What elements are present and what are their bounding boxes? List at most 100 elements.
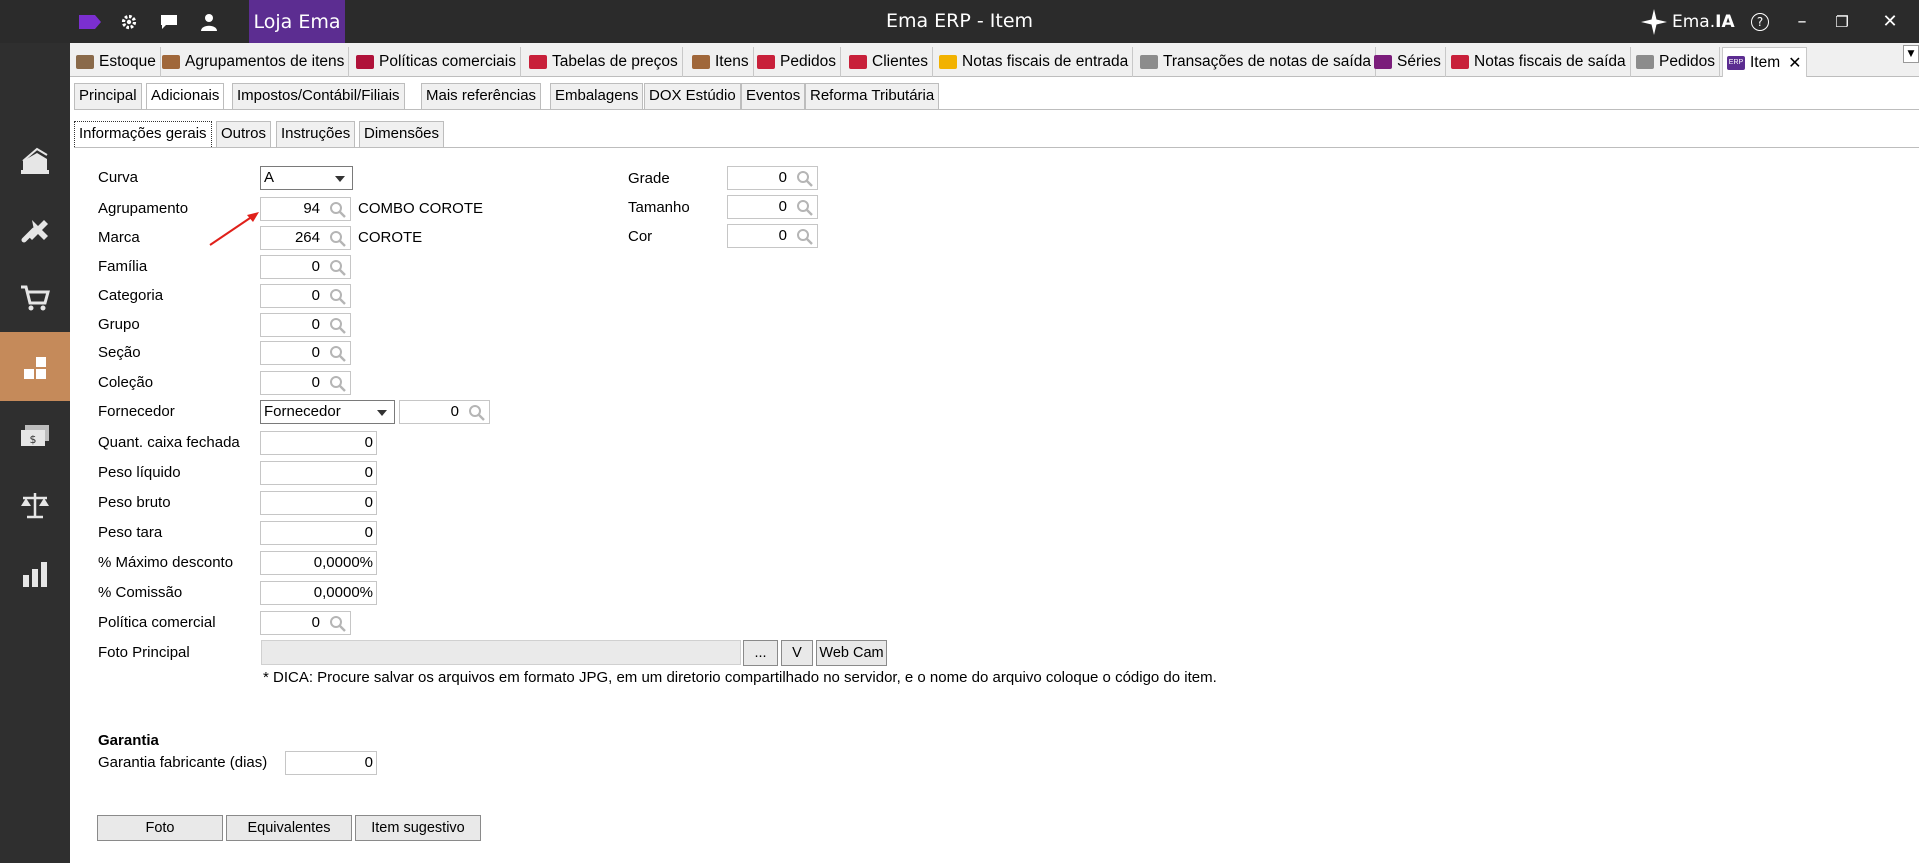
doctab-estoque[interactable]: Estoque [72, 47, 161, 77]
subtab-informacoes-gerais[interactable]: Informações gerais [74, 121, 212, 147]
folder-icon [1374, 55, 1392, 69]
subtab-outros[interactable]: Outros [216, 121, 272, 147]
search-icon[interactable] [329, 230, 347, 248]
categoria-field[interactable]: 0 [260, 284, 351, 308]
search-icon[interactable] [329, 615, 347, 633]
doctab-series[interactable]: Séries [1370, 47, 1446, 77]
marca-field[interactable]: 264 [260, 226, 351, 250]
max-desconto-field[interactable]: 0,0000% [260, 551, 377, 575]
stock-icon [76, 55, 94, 69]
search-icon[interactable] [796, 170, 814, 188]
cor-value: 0 [778, 227, 787, 244]
price-table-icon [529, 55, 547, 69]
sidebar-item-finance[interactable]: $ [0, 401, 70, 470]
doctab-pedidos-2[interactable]: Pedidos [1632, 47, 1721, 77]
tamanho-field[interactable]: 0 [727, 195, 818, 219]
tab-eventos[interactable]: Eventos [741, 83, 806, 109]
search-icon[interactable] [329, 375, 347, 393]
tab-mais-referencias[interactable]: Mais referências [421, 83, 542, 109]
doctab-transacoes[interactable]: Transações de notas de saída [1136, 47, 1376, 77]
user-icon[interactable] [198, 11, 220, 33]
subtab-instrucoes[interactable]: Instruções [276, 121, 356, 147]
doctab-agrupamentos[interactable]: Agrupamentos de itens [158, 47, 350, 77]
photo-path-field[interactable] [261, 640, 741, 665]
chat-icon[interactable] [158, 11, 180, 33]
foto-button[interactable]: Foto [97, 815, 223, 841]
politica-value: 0 [311, 614, 320, 631]
equivalentes-button[interactable]: Equivalentes [226, 815, 352, 841]
tabs-dropdown-button[interactable]: ▼ [1903, 45, 1919, 63]
item-sugestivo-button[interactable]: Item sugestivo [355, 815, 481, 841]
subtab-dimensoes[interactable]: Dimensões [359, 121, 445, 147]
gear-icon[interactable] [118, 11, 140, 33]
doctab-item[interactable]: ERP Item ✕ [1722, 47, 1807, 77]
search-icon[interactable] [329, 259, 347, 277]
peso-tara-field[interactable]: 0 [260, 521, 377, 545]
colecao-label: Coleção [98, 374, 154, 391]
tab-embalagens[interactable]: Embalagens [550, 83, 644, 109]
cor-field[interactable]: 0 [727, 224, 818, 248]
ema-ia-button[interactable]: Ema.IA [1640, 8, 1735, 36]
tab-impostos[interactable]: Impostos/Contábil/Filiais [232, 83, 405, 109]
transactions-icon [1140, 55, 1158, 69]
peso-liquido-field[interactable]: 0 [260, 461, 377, 485]
doctab-label: Pedidos [780, 53, 837, 70]
curva-select[interactable]: A [260, 166, 353, 190]
sidebar-item-stock[interactable] [0, 125, 70, 194]
close-window-button[interactable]: ✕ [1870, 0, 1910, 43]
grade-field[interactable]: 0 [727, 166, 818, 190]
doctab-nf-entrada[interactable]: Notas fiscais de entrada [935, 47, 1134, 77]
fornecedor-select[interactable]: Fornecedor [260, 400, 395, 424]
search-icon[interactable] [329, 345, 347, 363]
search-icon[interactable] [329, 317, 347, 335]
browse-photo-button[interactable]: ... [743, 640, 778, 666]
tab-adicionais[interactable]: Adicionais [146, 83, 225, 109]
tag-logo-icon[interactable] [75, 11, 105, 33]
help-button[interactable]: ? [1740, 0, 1780, 43]
minimize-button[interactable]: – [1782, 0, 1822, 43]
doctab-clientes[interactable]: Clientes [845, 47, 933, 77]
agrupamento-field[interactable]: 94 [260, 197, 351, 221]
search-icon[interactable] [329, 201, 347, 219]
search-icon[interactable] [796, 228, 814, 246]
doctab-politicas[interactable]: Políticas comerciais [352, 47, 521, 77]
sidebar-item-cart[interactable] [0, 263, 70, 332]
restore-button[interactable]: ❐ [1822, 0, 1862, 43]
secao-value: 0 [311, 344, 320, 361]
secao-field[interactable]: 0 [260, 341, 351, 365]
foto-principal-label: Foto Principal [98, 644, 190, 661]
sidebar-item-items[interactable] [0, 332, 70, 401]
agrupamento-value: 94 [303, 200, 320, 217]
tab-dox-estudio[interactable]: DOX Estúdio [644, 83, 741, 109]
doctab-tabelas[interactable]: Tabelas de preços [525, 47, 683, 77]
peso-bruto-field[interactable]: 0 [260, 491, 377, 515]
close-tab-icon[interactable]: ✕ [1788, 53, 1801, 73]
view-photo-button[interactable]: V [781, 640, 813, 666]
comissao-field[interactable]: 0,0000% [260, 581, 377, 605]
familia-label: Família [98, 258, 148, 275]
company-selector[interactable]: Loja Ema [249, 0, 345, 43]
politica-field[interactable]: 0 [260, 611, 351, 635]
colecao-field[interactable]: 0 [260, 371, 351, 395]
doctab-nf-saida[interactable]: Notas fiscais de saída [1447, 47, 1631, 77]
webcam-button[interactable]: Web Cam [816, 640, 887, 666]
doctab-pedidos[interactable]: Pedidos [753, 47, 842, 77]
doctab-itens[interactable]: Itens [688, 47, 754, 77]
folder-icon [162, 55, 180, 69]
sidebar-item-reports[interactable] [0, 539, 70, 608]
search-icon[interactable] [796, 199, 814, 217]
politica-label: Política comercial [98, 614, 216, 631]
quant-caixa-field[interactable]: 0 [260, 431, 377, 455]
tab-reforma-tributaria[interactable]: Reforma Tributária [805, 83, 940, 109]
search-icon[interactable] [329, 288, 347, 306]
fornecedor-field[interactable]: 0 [399, 400, 490, 424]
search-icon[interactable] [468, 404, 486, 422]
sidebar-item-fiscal[interactable] [0, 470, 70, 539]
grupo-field[interactable]: 0 [260, 313, 351, 337]
agrupamento-description: COMBO COROTE [358, 200, 484, 217]
doctab-label: Item [1750, 53, 1781, 71]
sidebar-item-tools[interactable] [0, 194, 70, 263]
familia-field[interactable]: 0 [260, 255, 351, 279]
tab-principal[interactable]: Principal [74, 83, 142, 109]
garantia-field[interactable]: 0 [285, 751, 377, 775]
